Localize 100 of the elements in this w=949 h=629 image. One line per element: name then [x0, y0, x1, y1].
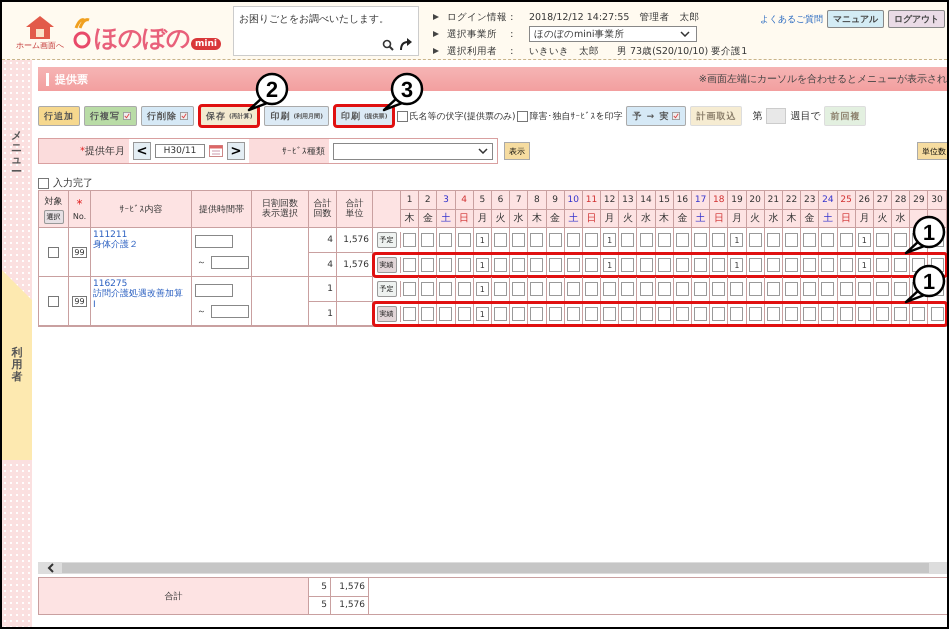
manual-button[interactable]: マニュアル: [827, 10, 884, 28]
day-field[interactable]: [421, 282, 434, 296]
day-field[interactable]: [694, 307, 708, 321]
day-field[interactable]: [621, 233, 634, 247]
day-field[interactable]: [785, 258, 798, 272]
sidebar[interactable]: メニュー 利用者: [2, 60, 32, 627]
day-field[interactable]: [712, 258, 726, 272]
search-field[interactable]: お困りごとをお調べいたします。: [232, 6, 419, 56]
day-field[interactable]: [821, 258, 834, 272]
day-field[interactable]: [785, 233, 798, 247]
print-option-checkbox[interactable]: 障害･独自ｻｰﾋﾞｽを印字: [517, 110, 622, 122]
office-select[interactable]: ほのぼのmini事業所: [528, 26, 697, 42]
day-field[interactable]: [548, 282, 562, 296]
show-button[interactable]: 表示: [504, 142, 530, 160]
day-field[interactable]: [640, 307, 653, 321]
day-field[interactable]: [621, 282, 634, 296]
day-field[interactable]: [421, 307, 434, 321]
service-link[interactable]: 116275 訪問介護処遇改善加算Ⅰ: [93, 279, 183, 310]
day-field[interactable]: [566, 282, 580, 296]
day-field[interactable]: [512, 258, 526, 272]
day-field[interactable]: [876, 233, 889, 247]
day-field[interactable]: [566, 258, 580, 272]
day-field[interactable]: [458, 258, 471, 272]
day-field[interactable]: [840, 282, 853, 296]
day-field[interactable]: [821, 282, 834, 296]
day-field[interactable]: [640, 233, 653, 247]
day-field[interactable]: [730, 282, 744, 296]
day-field[interactable]: [584, 307, 598, 321]
day-field[interactable]: [658, 282, 671, 296]
day-field[interactable]: [439, 282, 452, 296]
month-field[interactable]: H30/11: [155, 144, 205, 158]
day-field[interactable]: [658, 307, 671, 321]
day-field[interactable]: [421, 233, 434, 247]
day-field[interactable]: [694, 233, 708, 247]
day-field[interactable]: [676, 307, 689, 321]
faq-link[interactable]: よくあるご質問: [760, 12, 823, 26]
day-field[interactable]: [748, 282, 762, 296]
day-field[interactable]: [694, 282, 708, 296]
row-checkbox[interactable]: [48, 296, 59, 306]
toolbar-button[interactable]: 行削除: [141, 106, 194, 126]
complete-checkbox[interactable]: 入力完了: [38, 176, 947, 190]
day-field[interactable]: [821, 233, 834, 247]
toolbar-button[interactable]: 行追加: [38, 106, 80, 126]
day-field[interactable]: [676, 258, 689, 272]
day-field[interactable]: 1: [858, 233, 871, 247]
day-field[interactable]: [840, 258, 853, 272]
day-field[interactable]: [676, 282, 689, 296]
day-field[interactable]: [894, 258, 908, 272]
day-field[interactable]: [584, 233, 598, 247]
day-field[interactable]: [584, 258, 598, 272]
day-field[interactable]: 1: [858, 258, 871, 272]
toolbar-button[interactable]: 行複写: [84, 106, 137, 126]
day-field[interactable]: [748, 258, 762, 272]
print-option-checkbox[interactable]: 氏名等の伏字(提供票のみ): [397, 110, 516, 122]
day-field[interactable]: 1: [603, 258, 616, 272]
day-field[interactable]: [494, 258, 508, 272]
day-field[interactable]: [821, 307, 834, 321]
day-field[interactable]: [512, 307, 526, 321]
day-field[interactable]: [930, 307, 944, 321]
day-field[interactable]: [530, 233, 544, 247]
day-field[interactable]: [530, 258, 544, 272]
day-field[interactable]: [676, 233, 689, 247]
day-field[interactable]: [548, 258, 562, 272]
day-field[interactable]: 1: [730, 258, 744, 272]
day-field[interactable]: [640, 282, 653, 296]
day-field[interactable]: [530, 307, 544, 321]
search-icon[interactable]: [382, 38, 394, 50]
day-field[interactable]: [803, 282, 816, 296]
day-field[interactable]: [766, 258, 780, 272]
day-field[interactable]: 1: [476, 307, 489, 321]
logout-button[interactable]: ログアウト: [888, 10, 945, 28]
day-field[interactable]: [785, 307, 798, 321]
start-time-field[interactable]: [195, 284, 233, 297]
day-field[interactable]: [712, 233, 726, 247]
number-field[interactable]: 99: [72, 296, 87, 306]
day-field[interactable]: [803, 307, 816, 321]
calendar-icon[interactable]: [209, 145, 223, 157]
day-field[interactable]: [876, 307, 889, 321]
day-field[interactable]: [458, 307, 471, 321]
day-field[interactable]: [858, 307, 871, 321]
day-field[interactable]: [640, 258, 653, 272]
user-tab[interactable]: 利用者: [2, 270, 32, 460]
day-field[interactable]: [403, 258, 416, 272]
day-field[interactable]: 1: [603, 233, 616, 247]
day-field[interactable]: [512, 233, 526, 247]
day-field[interactable]: [621, 307, 634, 321]
next-month-button[interactable]: >: [227, 142, 245, 160]
day-field[interactable]: [621, 258, 634, 272]
day-field[interactable]: [785, 282, 798, 296]
day-field[interactable]: [603, 307, 616, 321]
day-field[interactable]: [403, 307, 416, 321]
scroll-left-icon[interactable]: [46, 563, 56, 573]
redo-arrow-icon[interactable]: [398, 38, 412, 51]
day-field[interactable]: 1: [476, 233, 489, 247]
day-field[interactable]: [403, 233, 416, 247]
day-field[interactable]: [912, 307, 926, 321]
day-field[interactable]: [494, 307, 508, 321]
day-field[interactable]: [439, 233, 452, 247]
day-field[interactable]: [458, 282, 471, 296]
day-field[interactable]: [566, 307, 580, 321]
